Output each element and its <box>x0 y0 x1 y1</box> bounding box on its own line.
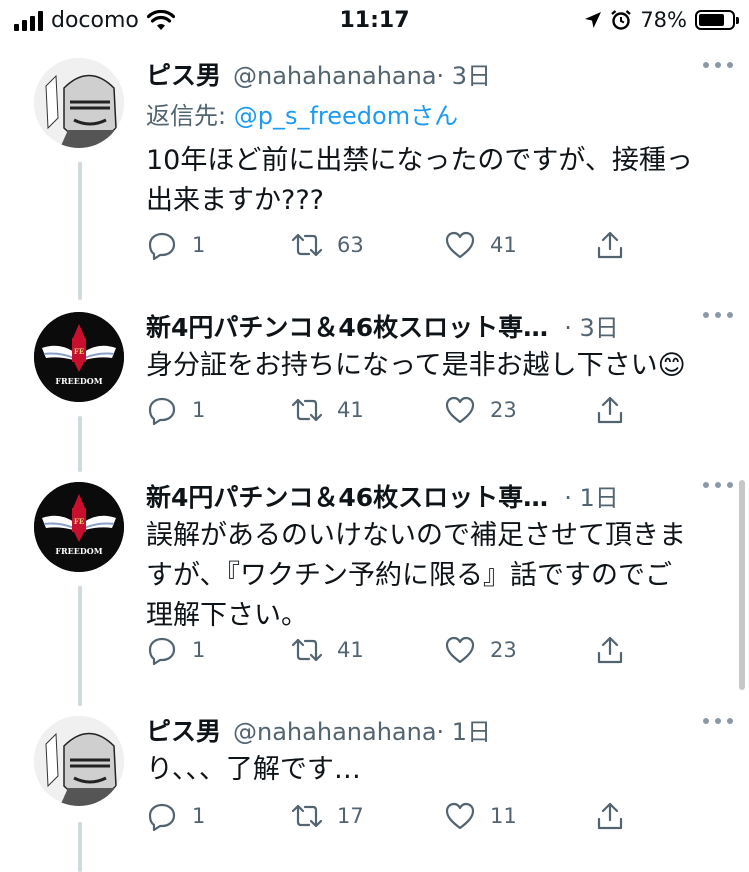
reply-icon <box>148 637 176 666</box>
svg-text:FE: FE <box>74 347 84 356</box>
heart-icon <box>445 231 475 259</box>
location-arrow-icon <box>585 12 602 28</box>
tweet-header: ピス男 @nahahanahana · 1日 <box>146 712 729 748</box>
tweet-header: 新4円パチンコ＆46枚スロット専… · 1日 <box>146 478 729 514</box>
display-name[interactable]: ピス男 <box>146 712 221 748</box>
tweet-header: 新4円パチンコ＆46枚スロット専… · 3日 <box>146 308 729 344</box>
retweet-icon <box>291 233 323 257</box>
avatar[interactable] <box>34 58 124 148</box>
reply-count: 1 <box>192 638 206 662</box>
retweet-count: 17 <box>337 804 364 828</box>
scrollbar[interactable] <box>739 480 745 690</box>
retweet-button[interactable]: 63 <box>291 225 364 265</box>
tweet-actions: 1 41 23 <box>146 390 646 430</box>
retweet-icon <box>291 398 323 422</box>
tweet[interactable]: FE FREEDOM 新4円パチンコ＆46枚スロット専… · 1日 誤解があるの… <box>0 470 749 680</box>
tweet[interactable]: ピス男 @nahahanahana · 3日 返信先: @p_s_freedom… <box>0 50 749 280</box>
share-button[interactable] <box>594 630 626 670</box>
share-button[interactable] <box>594 796 626 836</box>
retweet-button[interactable]: 41 <box>291 630 364 670</box>
tweet-text: り、、、了解です… <box>146 750 729 790</box>
handle[interactable]: @nahahanahana <box>233 718 437 746</box>
battery-percent: 78% <box>640 8 687 32</box>
retweet-count: 41 <box>337 638 364 662</box>
reply-button[interactable]: 1 <box>146 796 205 836</box>
retweet-button[interactable]: 17 <box>291 796 364 836</box>
tweet-text: 誤解があるのいけないので補足させて頂きま すが、『ワクチン予約に限る』話ですので… <box>146 516 729 636</box>
reply-context: 返信先: @p_s_freedomさん <box>146 96 729 131</box>
tweet-text-line: 出来ますか??? <box>146 185 324 216</box>
like-count: 41 <box>490 233 517 257</box>
reply-button[interactable]: 1 <box>146 390 205 430</box>
reply-icon <box>148 803 176 832</box>
timestamp[interactable]: · 3日 <box>564 308 619 343</box>
share-button[interactable] <box>594 225 626 265</box>
manga-face-image <box>34 58 124 148</box>
display-name[interactable]: 新4円パチンコ＆46枚スロット専… <box>146 478 548 514</box>
reply-icon <box>148 232 176 261</box>
tweet-text-line: り、、、了解です… <box>146 754 361 785</box>
heart-icon <box>445 802 475 830</box>
retweet-count: 41 <box>337 398 364 422</box>
reply-to-link[interactable]: @p_s_freedomさん <box>234 102 458 130</box>
timestamp[interactable]: · 1日 <box>437 712 492 747</box>
heart-icon <box>445 636 475 664</box>
share-icon <box>597 802 623 830</box>
tweet-actions: 1 63 41 <box>146 225 646 265</box>
like-button[interactable]: 23 <box>444 630 517 670</box>
retweet-button[interactable]: 41 <box>291 390 364 430</box>
tweet[interactable]: FE FREEDOM 新4円パチンコ＆46枚スロット専… · 3日 身分証をお持… <box>0 300 749 440</box>
display-name[interactable]: 新4円パチンコ＆46枚スロット専… <box>146 308 548 344</box>
display-name[interactable]: ピス男 <box>146 56 221 92</box>
share-icon <box>597 396 623 424</box>
avatar[interactable]: FE FREEDOM <box>34 312 124 402</box>
share-icon <box>597 636 623 664</box>
freedom-logo: FE FREEDOM <box>34 482 124 572</box>
like-count: 23 <box>490 638 517 662</box>
like-count: 11 <box>490 804 517 828</box>
timestamp[interactable]: · 3日 <box>437 56 492 91</box>
like-button[interactable]: 23 <box>444 390 517 430</box>
retweet-icon <box>291 638 323 662</box>
status-right: 78% <box>584 8 739 32</box>
timestamp[interactable]: · 1日 <box>564 478 619 513</box>
tweet-actions: 1 17 11 <box>146 796 646 836</box>
tweet-actions: 1 41 23 <box>146 630 646 670</box>
tweet-text: 10年ほど前に出禁になったのですが、接種っ 出来ますか??? <box>146 141 729 221</box>
avatar[interactable]: FE FREEDOM <box>34 482 124 572</box>
tweet-text-line: 身分証をお持ちになって是非お越し下さい😊 <box>146 350 686 381</box>
alarm-clock-icon <box>611 10 632 30</box>
manga-face-image <box>34 716 124 806</box>
handle[interactable]: @nahahanahana <box>233 62 437 90</box>
like-button[interactable]: 41 <box>444 225 517 265</box>
tweet[interactable]: ピス男 @nahahanahana · 1日 り、、、了解です… 1 17 11 <box>0 706 749 872</box>
share-button[interactable] <box>594 390 626 430</box>
svg-text:FREEDOM: FREEDOM <box>55 546 102 556</box>
retweet-count: 63 <box>337 233 364 257</box>
reply-count: 1 <box>192 233 206 257</box>
reply-count: 1 <box>192 398 206 422</box>
like-count: 23 <box>490 398 517 422</box>
reply-icon <box>148 397 176 426</box>
retweet-icon <box>291 804 323 828</box>
reply-prefix: 返信先: <box>146 102 234 130</box>
svg-text:FE: FE <box>74 517 84 526</box>
freedom-logo: FE FREEDOM <box>34 312 124 402</box>
tweet-text-line: 10年ほど前に出禁になったのですが、接種っ <box>146 145 693 176</box>
avatar[interactable] <box>34 716 124 806</box>
battery-icon <box>695 10 739 30</box>
heart-icon <box>445 396 475 424</box>
tweet-text-line: 誤解があるのいけないので補足させて頂きま <box>146 520 686 551</box>
status-bar: docomo 11:17 78% <box>0 0 749 40</box>
tweet-header: ピス男 @nahahanahana · 3日 <box>146 56 729 92</box>
tweet-text-line: すが、『ワクチン予約に限る』話ですのでご <box>146 560 672 591</box>
share-icon <box>597 231 623 259</box>
reply-count: 1 <box>192 804 206 828</box>
svg-text:FREEDOM: FREEDOM <box>55 376 102 386</box>
tweet-text: 身分証をお持ちになって是非お越し下さい😊 <box>146 346 729 386</box>
reply-button[interactable]: 1 <box>146 630 205 670</box>
reply-button[interactable]: 1 <box>146 225 205 265</box>
like-button[interactable]: 11 <box>444 796 517 836</box>
